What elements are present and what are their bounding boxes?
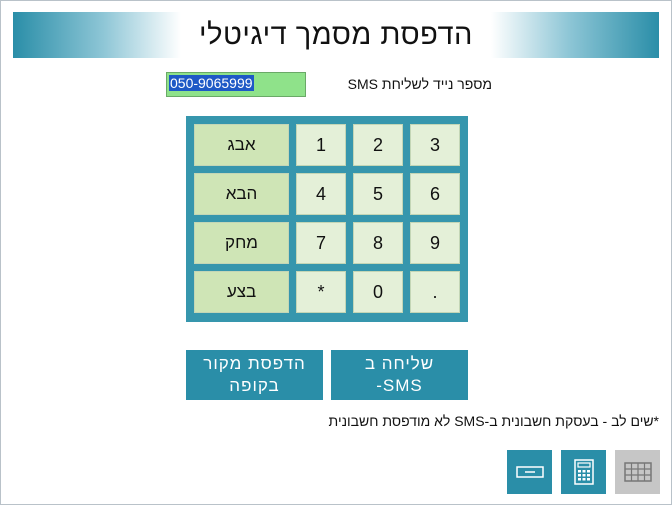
keypad: אבג 1 2 3 הבא 4 5 6 מחק 7 8 9 בצע * 0 . [186,116,468,322]
key-9[interactable]: 9 [410,222,460,264]
header-bar: הדפסת מסמך דיגיטלי [13,12,659,58]
print-original-button[interactable]: הדפסת מקור בקופה [186,350,323,400]
phone-row: 050-9065999 מספר נייד לשליחת SMS [0,72,672,98]
key-7[interactable]: 7 [296,222,346,264]
send-sms-label-2: SMS- [376,376,423,395]
key-star[interactable]: * [296,271,346,313]
key-delete[interactable]: מחק [194,222,289,264]
send-sms-label-1: שליחה ב [364,354,435,373]
phone-number-value: 050-9065999 [169,75,254,91]
key-6[interactable]: 6 [410,173,460,215]
calculator-icon [573,459,594,485]
key-dot[interactable]: . [410,271,460,313]
key-next[interactable]: הבא [194,173,289,215]
key-8[interactable]: 8 [353,222,403,264]
grid-keyboard-icon [623,462,652,482]
phone-number-label: מספר נייד לשליחת SMS [347,76,492,92]
page-title: הדפסת מסמך דיגיטלי [199,18,473,51]
key-3[interactable]: 3 [410,124,460,166]
key-execute[interactable]: בצע [194,271,289,313]
send-sms-button[interactable]: שליחה ב SMS- [331,350,468,400]
phone-number-field[interactable]: 050-9065999 [166,72,306,97]
key-0[interactable]: 0 [353,271,403,313]
grid-keyboard-button[interactable] [615,450,660,494]
key-2[interactable]: 2 [353,124,403,166]
sms-notice: *שים לב - בעסקת חשבונית ב-SMS לא מודפסת … [328,413,659,429]
print-original-label-2: בקופה [229,376,280,395]
key-1[interactable]: 1 [296,124,346,166]
print-original-label-1: הדפסת מקור [203,354,306,373]
calculator-button[interactable] [561,450,606,494]
keyboard-field-icon [515,466,544,478]
key-5[interactable]: 5 [353,173,403,215]
key-abc[interactable]: אבג [194,124,289,166]
key-4[interactable]: 4 [296,173,346,215]
keyboard-field-button[interactable] [507,450,552,494]
